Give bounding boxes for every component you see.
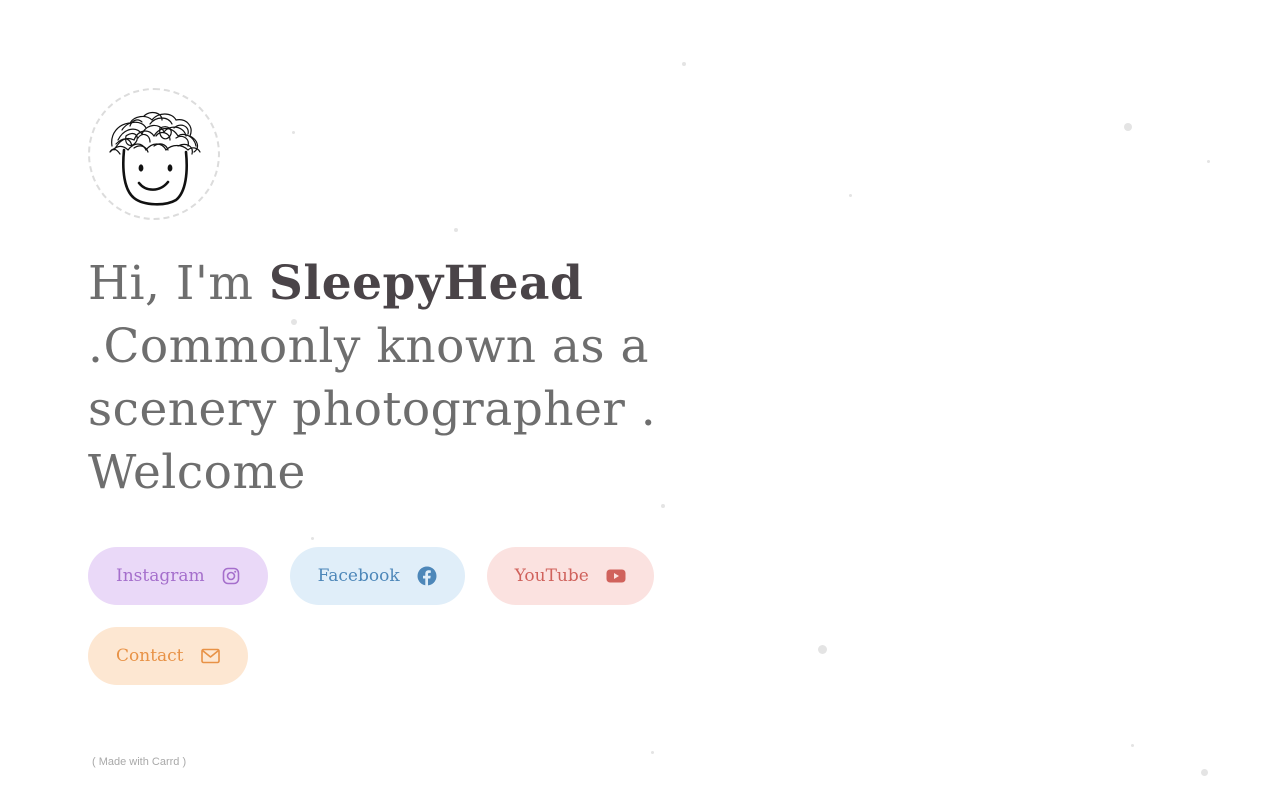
- profile-card: Hi, I'm SleepyHead .Commonly known as a sc…: [88, 88, 688, 707]
- youtube-icon: [606, 568, 626, 584]
- background-dot: [682, 62, 686, 66]
- contact-button[interactable]: Contact: [88, 627, 248, 685]
- youtube-button[interactable]: YouTube: [486, 547, 654, 605]
- social-links: Instagram Facebook YouTube Contact: [88, 547, 688, 707]
- intro-line-4: Welcome: [88, 445, 306, 500]
- intro-line-2: .Commonly known as a: [88, 319, 650, 374]
- profile-name: SleepyHead: [268, 256, 584, 311]
- greeting-text: Hi, I'm: [88, 256, 269, 311]
- facebook-icon: [417, 566, 437, 586]
- youtube-button-label: YouTube: [514, 566, 589, 586]
- envelope-icon: [200, 648, 220, 664]
- contact-button-label: Contact: [116, 646, 184, 666]
- background-dot: [1131, 744, 1134, 747]
- intro-line-3: scenery photographer .: [88, 382, 657, 437]
- intro-headline: Hi, I'm SleepyHead .Commonly known as a sc…: [88, 252, 688, 504]
- instagram-icon: [222, 567, 240, 585]
- avatar: [88, 88, 220, 220]
- face-sketch-image: [109, 111, 201, 206]
- background-dot: [1207, 160, 1210, 163]
- background-dot: [818, 645, 827, 654]
- facebook-button[interactable]: Facebook: [289, 547, 465, 605]
- made-with-carrd-link[interactable]: ( Made with Carrd ): [92, 756, 186, 768]
- instagram-button[interactable]: Instagram: [88, 547, 268, 605]
- background-dot: [1201, 769, 1208, 776]
- facebook-button-label: Facebook: [317, 566, 400, 586]
- background-dot: [1124, 123, 1132, 131]
- background-dot: [651, 751, 654, 754]
- background-dot: [849, 194, 852, 197]
- instagram-button-label: Instagram: [116, 566, 205, 586]
